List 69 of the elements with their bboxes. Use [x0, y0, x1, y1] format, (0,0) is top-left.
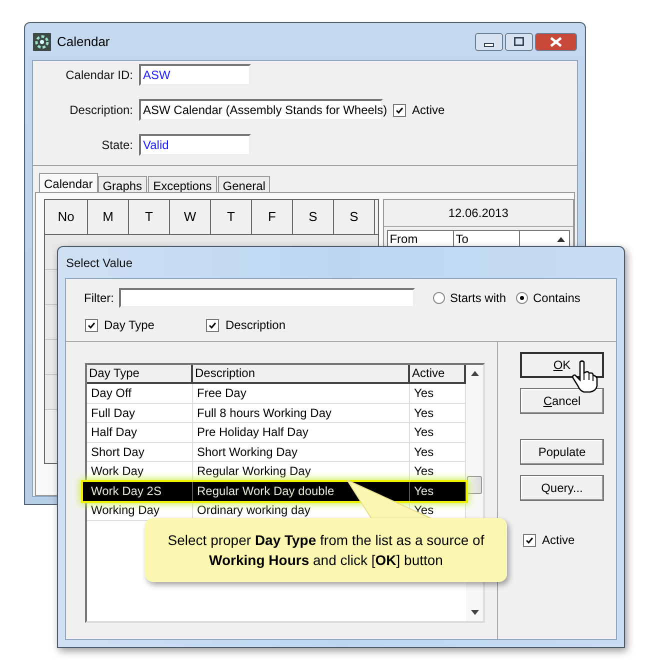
checkbox[interactable] — [85, 318, 98, 332]
hand-cursor-icon — [572, 359, 598, 393]
table-row[interactable]: Half Day Pre Holiday Half Day Yes — [87, 423, 466, 442]
maximize-icon — [514, 37, 524, 46]
checkbox-label: Day Type — [104, 317, 154, 334]
minimize-icon — [484, 42, 494, 46]
column-header: S — [293, 200, 334, 234]
check-icon — [524, 534, 535, 546]
table-cell: Free Day — [193, 384, 410, 402]
column-header: M — [88, 200, 129, 234]
query-button[interactable]: Query... — [520, 475, 604, 501]
window-title: Calendar — [57, 32, 111, 51]
checkbox[interactable] — [393, 104, 406, 116]
column-header: No — [45, 200, 88, 234]
radio-label: Contains — [533, 290, 580, 307]
radio-button[interactable] — [433, 292, 445, 304]
table-row[interactable]: Day Off Free Day Yes — [87, 384, 466, 404]
checkbox[interactable] — [206, 318, 220, 332]
field-label: State: — [100, 137, 134, 154]
column-header: F — [252, 200, 293, 234]
field-label: Description: — [68, 102, 134, 119]
table-cell: Work Day 2S — [87, 482, 193, 501]
maximize-button[interactable] — [505, 32, 533, 50]
checkbox[interactable] — [523, 534, 536, 546]
table-row[interactable]: Short Day Short Working Day Yes — [87, 442, 466, 462]
populate-button[interactable]: Populate — [520, 439, 604, 465]
check-icon — [86, 320, 97, 330]
close-icon — [550, 36, 562, 46]
table-cell: Full 8 hours Working Day — [193, 404, 410, 422]
table-row[interactable]: Full Day Full 8 hours Working Day Yes — [87, 404, 466, 423]
column-header: T — [211, 200, 252, 234]
check-icon — [207, 320, 218, 330]
selected-row[interactable]: Work Day 2S Regular Work Day double Yes — [83, 482, 466, 501]
scroll-down-icon[interactable] — [470, 610, 478, 615]
checkbox-label: Description — [225, 317, 286, 334]
table-cell: Day Off — [87, 384, 193, 402]
close-button[interactable] — [535, 32, 577, 50]
table-cell: Yes — [410, 482, 466, 501]
scroll-thumb[interactable] — [467, 476, 482, 494]
column-header[interactable]: Description — [193, 365, 410, 382]
table-cell: Pre Holiday Half Day — [193, 423, 410, 442]
table-cell: Half Day — [87, 423, 193, 442]
column-header: T — [129, 200, 170, 234]
column-header: S — [334, 200, 375, 234]
date-header: 12.06.2013 — [384, 200, 573, 227]
tab[interactable]: Exceptions — [148, 176, 217, 192]
table-cell: Short Working Day — [193, 442, 410, 461]
tab[interactable]: Graphs — [98, 176, 148, 192]
scroll-up-icon[interactable] — [557, 236, 565, 242]
input-field[interactable]: ASW — [139, 64, 251, 86]
scroll-up-icon[interactable] — [470, 371, 478, 376]
field-label: Filter: — [84, 290, 115, 307]
tab[interactable]: Calendar — [39, 173, 98, 192]
dialog-title: Select Value — [66, 254, 132, 272]
gear-icon — [33, 32, 51, 50]
column-header: W — [170, 200, 211, 234]
radio-label: Starts with — [450, 290, 506, 307]
checkbox-label: Active — [412, 102, 445, 119]
input-field[interactable]: Valid — [139, 134, 251, 156]
field-label: Calendar ID: — [64, 67, 134, 84]
column-header[interactable]: Day Type — [87, 365, 193, 382]
minimize-button[interactable] — [475, 32, 503, 50]
table-cell: Full Day — [87, 404, 193, 422]
radio-button[interactable] — [516, 292, 528, 304]
check-icon — [394, 104, 405, 116]
checkbox-label: Active — [542, 532, 575, 549]
filter-field[interactable] — [119, 288, 415, 308]
tab[interactable]: General — [218, 176, 270, 192]
table-cell: Short Day — [87, 442, 193, 461]
